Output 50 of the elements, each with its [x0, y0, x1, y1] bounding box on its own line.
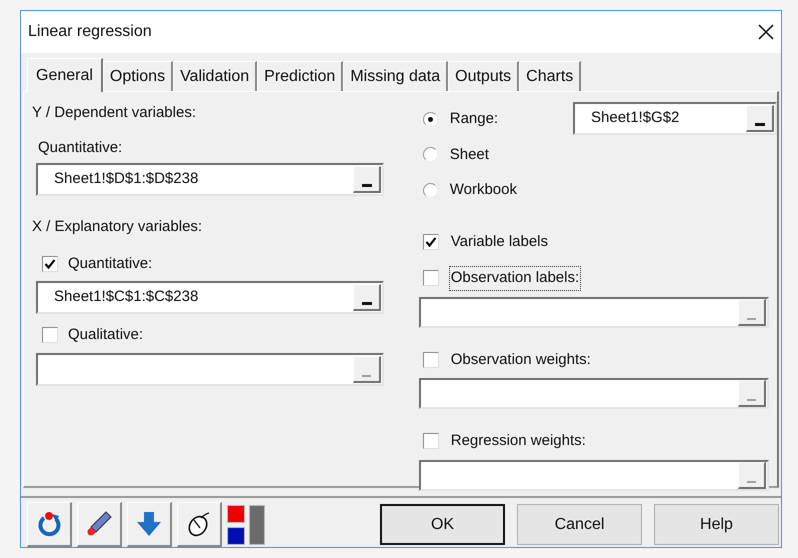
- field-label: Observation labels:: [448, 266, 582, 290]
- dialog-button[interactable]: OK: [380, 504, 505, 545]
- select-range-button[interactable]: [353, 284, 381, 311]
- tab[interactable]: General: [27, 58, 103, 92]
- tab[interactable]: Outputs: [448, 61, 520, 91]
- toolbar-button[interactable]: [77, 502, 122, 547]
- range-field[interactable]: Sheet1!$G$2: [573, 102, 777, 135]
- dialog-button[interactable]: Cancel: [517, 504, 642, 545]
- range-field[interactable]: [36, 352, 384, 386]
- radio-button[interactable]: [422, 182, 438, 198]
- radio-button[interactable]: [422, 112, 438, 127]
- range-field[interactable]: [418, 296, 769, 328]
- section-heading: X / Explanatory variables:: [32, 217, 204, 237]
- checkbox[interactable]: [42, 327, 58, 344]
- range-field[interactable]: [418, 378, 769, 409]
- dialog-button[interactable]: Help: [654, 504, 779, 545]
- down-arrow-icon: [135, 510, 163, 538]
- select-range-button[interactable]: [353, 166, 381, 193]
- radio-button[interactable]: [422, 147, 438, 162]
- field-label: Variable labels: [450, 232, 550, 252]
- field-label: Quantitative:: [68, 254, 152, 274]
- color-selector-drawing[interactable]: [227, 504, 265, 544]
- range-field[interactable]: [418, 460, 769, 490]
- toolbar-button[interactable]: [177, 502, 222, 547]
- radio-label: Workbook: [450, 180, 517, 200]
- field-label: Regression weights:: [450, 431, 587, 451]
- field-label: Qualitative:: [68, 325, 144, 345]
- checkbox[interactable]: [422, 352, 439, 368]
- tab[interactable]: Prediction: [257, 61, 344, 91]
- field-value: Sheet1!$C$1:$C$238: [53, 287, 198, 308]
- select-range-button[interactable]: [746, 105, 774, 132]
- tab[interactable]: Options: [102, 61, 174, 91]
- field-value: Sheet1!$G$2: [590, 108, 680, 128]
- tab[interactable]: Missing data: [343, 61, 448, 91]
- radio-label: Sheet: [450, 144, 489, 164]
- checkbox[interactable]: [422, 234, 439, 250]
- radio-label: Range:: [450, 109, 498, 129]
- close-icon[interactable]: [757, 23, 775, 41]
- section-heading: Y / Dependent variables:: [32, 103, 197, 123]
- field-label: Observation weights:: [450, 350, 592, 370]
- window-title: Linear regression: [28, 22, 152, 42]
- range-field[interactable]: Sheet1!$D$1:$D$238: [36, 163, 384, 196]
- checkbox[interactable]: [42, 256, 58, 272]
- checkbox[interactable]: [422, 433, 439, 450]
- tab[interactable]: Validation: [173, 61, 258, 91]
- field-label: Quantitative:: [38, 138, 124, 158]
- field-value: Sheet1!$D$1:$D$238: [53, 169, 198, 190]
- tab[interactable]: Charts: [519, 61, 582, 91]
- range-field[interactable]: Sheet1!$C$1:$C$238: [36, 281, 384, 314]
- checkbox[interactable]: [422, 270, 439, 286]
